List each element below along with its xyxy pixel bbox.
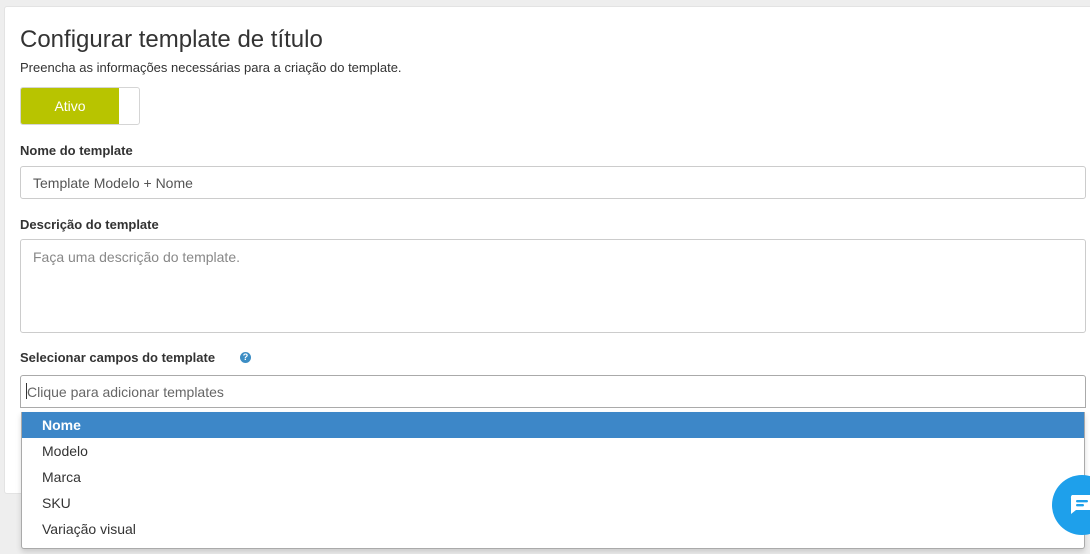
active-toggle[interactable]: Ativo	[20, 87, 140, 125]
dropdown-option-sku[interactable]: SKU	[22, 490, 1084, 516]
template-fields-dropdown: Nome Modelo Marca SKU Variação visual	[21, 412, 1085, 549]
dropdown-option-marca[interactable]: Marca	[22, 464, 1084, 490]
dropdown-option-variacao-visual[interactable]: Variação visual	[22, 516, 1084, 542]
chat-bubble-icon	[1070, 495, 1090, 514]
dropdown-option-modelo[interactable]: Modelo	[22, 438, 1084, 464]
active-toggle-label: Ativo	[21, 88, 119, 124]
page-subtitle: Preencha as informações necessárias para…	[20, 60, 402, 75]
question-circle-icon[interactable]: ?	[240, 352, 251, 363]
template-description-label: Descrição do template	[20, 217, 159, 232]
template-name-label: Nome do template	[20, 143, 133, 158]
page-title: Configurar template de título	[20, 26, 323, 53]
template-fields-label: Selecionar campos do template	[20, 350, 216, 365]
template-fields-select[interactable]	[20, 375, 1086, 408]
dropdown-option-nome[interactable]: Nome	[22, 412, 1084, 438]
template-fields-search-input[interactable]	[21, 376, 1085, 407]
template-name-input[interactable]	[20, 166, 1086, 199]
template-description-textarea[interactable]	[20, 239, 1086, 333]
text-cursor	[26, 383, 27, 399]
